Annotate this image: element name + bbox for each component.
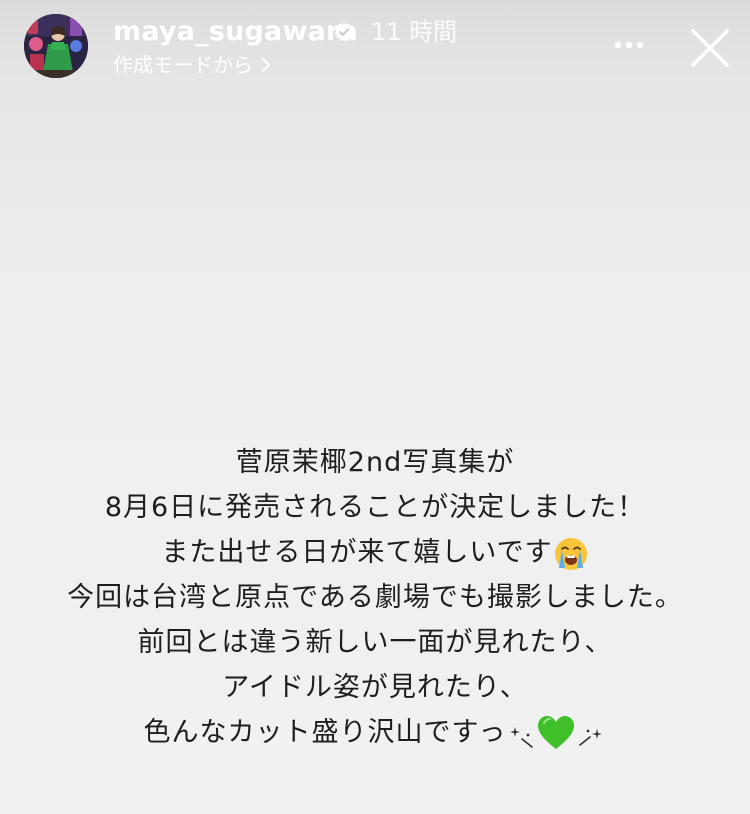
story-caption: 菅原茉椰2nd写真集が 8月6日に発売されることが決定しました！ また出せる日が… [0, 440, 750, 755]
chevron-right-icon [262, 58, 270, 72]
create-mode-link[interactable]: 作成モードから [113, 50, 271, 80]
green-heart-emoji [536, 714, 576, 754]
verified-badge-icon [334, 22, 354, 41]
story-line: 今回は台湾と原点である劇場でも撮影しました。 [67, 582, 683, 613]
story-line-text: 色んなカット盛り沢山ですっ [143, 717, 507, 748]
story-line-text: また出せる日が来て嬉しいです [161, 537, 553, 568]
sparkle-icon [506, 719, 536, 749]
story-line-with-emoji: また出せる日が来て嬉しいです [0, 530, 750, 575]
story-line-with-emoji: 色んなカット盛り沢山ですっ [0, 710, 750, 755]
story-header: maya_sugawara 11 時間 作成モードから [0, 0, 750, 100]
story-line: 前回とは違う新しい一面が見れたり、 [137, 627, 613, 658]
create-mode-label: 作成モードから [113, 53, 253, 77]
more-options-button[interactable] [608, 30, 650, 60]
username[interactable]: maya_sugawara [113, 15, 358, 49]
close-icon[interactable] [686, 24, 734, 72]
story-line: アイドル姿が見れたり、 [222, 672, 528, 703]
loudly-crying-face-emoji [553, 536, 589, 572]
sparkle-icon [576, 719, 606, 749]
profile-avatar[interactable] [24, 14, 88, 78]
story-line: 菅原茉椰2nd写真集が [235, 447, 515, 478]
story-line: 8月6日に発売されることが決定しました！ [104, 492, 646, 523]
more-dots-icon [614, 41, 644, 49]
post-time: 11 時間 [371, 18, 458, 46]
